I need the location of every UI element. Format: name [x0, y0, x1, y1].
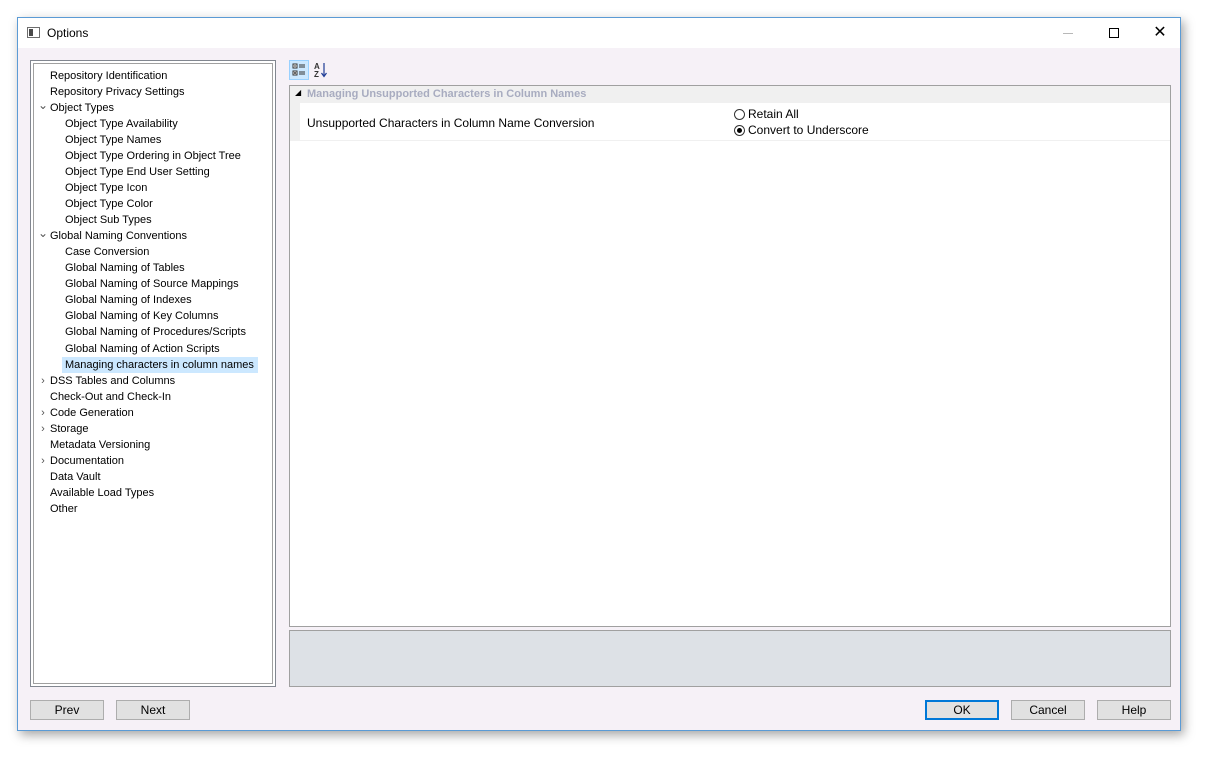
window-title: Options — [47, 26, 89, 40]
tree-item[interactable]: Global Naming of Action Scripts — [65, 341, 220, 357]
tree-item[interactable]: Global Naming of Tables — [65, 260, 185, 276]
radio-label: Retain All — [748, 107, 799, 121]
radio-button-icon[interactable] — [734, 108, 745, 120]
prev-button[interactable]: Prev — [30, 700, 104, 720]
tree-item[interactable]: Object Type Ordering in Object Tree — [65, 148, 241, 164]
categorized-view-button[interactable] — [289, 60, 309, 80]
property-row[interactable]: Unsupported Characters in Column Name Co… — [290, 103, 1170, 141]
collapse-triangle-icon[interactable]: ◢ — [295, 88, 301, 97]
next-button[interactable]: Next — [116, 700, 190, 720]
minimize-icon — [1063, 32, 1073, 34]
ok-button[interactable]: OK — [925, 700, 999, 720]
tree-item[interactable]: Metadata Versioning — [50, 437, 150, 453]
tree-item[interactable]: Object Type Icon — [65, 180, 147, 196]
radio-label: Convert to Underscore — [748, 123, 869, 137]
maximize-icon — [1109, 28, 1119, 38]
tree-item[interactable]: Object Types — [50, 100, 114, 116]
alphabetical-sort-button[interactable]: A Z — [312, 60, 332, 80]
options-tree-list: Repository Identification Repository Priv… — [33, 63, 273, 684]
tree-item[interactable]: Global Naming Conventions — [50, 228, 187, 244]
chevron-down-icon[interactable]: ⌄ — [38, 99, 48, 116]
chevron-right-icon[interactable]: › — [38, 453, 48, 469]
tree-item[interactable]: Object Type End User Setting — [65, 164, 210, 180]
tree-item[interactable]: DSS Tables and Columns — [50, 373, 175, 389]
title-bar[interactable]: Options ✕ — [18, 18, 1180, 48]
close-button[interactable]: ✕ — [1137, 18, 1183, 48]
window-icon — [27, 27, 40, 38]
description-panel — [289, 630, 1171, 687]
tree-item[interactable]: Global Naming of Key Columns — [65, 308, 218, 324]
tree-item[interactable]: Documentation — [50, 453, 124, 469]
chevron-down-icon[interactable]: ⌄ — [38, 227, 48, 244]
minimize-button[interactable] — [1045, 18, 1091, 48]
tree-item[interactable]: Repository Privacy Settings — [50, 84, 185, 100]
chevron-right-icon[interactable]: › — [38, 421, 48, 437]
category-label: Managing Unsupported Characters in Colum… — [307, 88, 587, 100]
tree-item[interactable]: Object Type Color — [65, 196, 153, 212]
sort-alphabetical-icon: A Z — [314, 62, 327, 79]
tree-item[interactable]: Global Naming of Procedures/Scripts — [65, 324, 246, 340]
tree-item[interactable]: Object Type Availability — [65, 116, 178, 132]
tree-item[interactable]: Case Conversion — [65, 244, 149, 260]
property-gutter — [290, 103, 300, 140]
tree-item[interactable]: Other — [50, 501, 78, 517]
tree-item[interactable]: Global Naming of Source Mappings — [65, 276, 239, 292]
categorized-view-icon — [292, 63, 305, 76]
chevron-right-icon[interactable]: › — [38, 405, 48, 421]
chevron-right-icon[interactable]: › — [38, 373, 48, 389]
tree-item[interactable]: Storage — [50, 421, 89, 437]
maximize-button[interactable] — [1091, 18, 1137, 48]
close-icon: ✕ — [1153, 24, 1167, 41]
help-button[interactable]: Help — [1097, 700, 1171, 720]
tree-item[interactable]: Code Generation — [50, 405, 134, 421]
property-grid: ◢ Managing Unsupported Characters in Col… — [289, 85, 1171, 627]
radio-retain-all[interactable]: Retain All — [734, 106, 799, 122]
svg-text:Z: Z — [314, 70, 319, 79]
category-row[interactable]: ◢ Managing Unsupported Characters in Col… — [290, 86, 1170, 103]
tree-item[interactable]: Repository Identification — [50, 68, 167, 84]
tree-item[interactable]: Global Naming of Indexes — [65, 292, 192, 308]
tree-item[interactable]: Available Load Types — [50, 485, 154, 501]
property-name: Unsupported Characters in Column Name Co… — [307, 116, 595, 130]
tree-item[interactable]: Data Vault — [50, 469, 101, 485]
tree-item[interactable]: Check-Out and Check-In — [50, 389, 171, 405]
tree-item[interactable]: Object Type Names — [65, 132, 161, 148]
tree-item[interactable]: Managing characters in column names — [62, 357, 258, 373]
cancel-button[interactable]: Cancel — [1011, 700, 1085, 720]
radio-button-icon[interactable] — [734, 124, 745, 136]
tree-item[interactable]: Object Sub Types — [65, 212, 152, 228]
radio-convert-to-underscore[interactable]: Convert to Underscore — [734, 122, 869, 138]
options-tree[interactable]: Repository Identification Repository Priv… — [30, 60, 276, 687]
options-dialog: Options ✕ Repository Identification Repos… — [17, 17, 1181, 731]
